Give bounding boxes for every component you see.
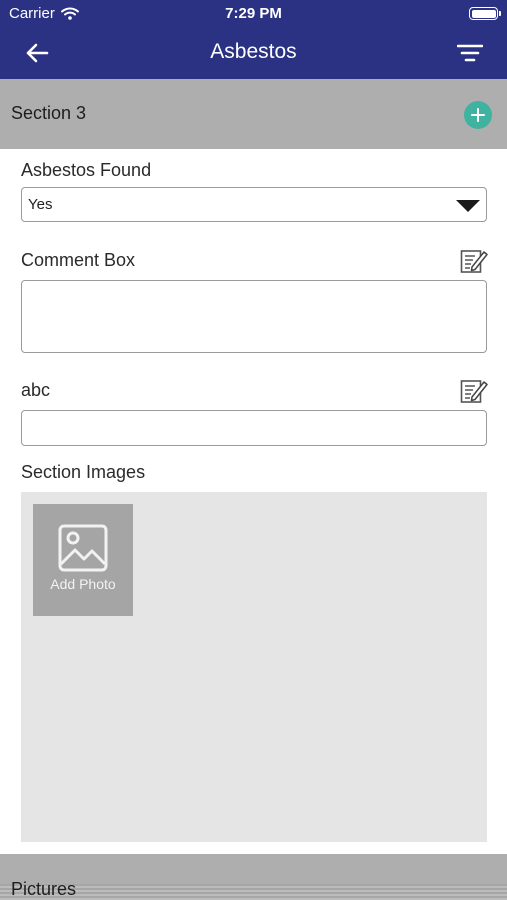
section-title: Section 3 <box>11 103 87 123</box>
filter-button[interactable] <box>455 38 485 68</box>
edit-note-icon[interactable] <box>460 248 488 274</box>
add-photo-label: Add Photo <box>50 576 116 592</box>
abc-input[interactable] <box>21 410 487 446</box>
comment-box-label: Comment Box <box>21 250 136 270</box>
section-header-pictures[interactable]: Pictures <box>0 854 507 900</box>
asbestos-found-select[interactable]: Yes <box>21 187 487 222</box>
asbestos-found-value: Yes <box>28 196 53 213</box>
battery-icon <box>469 7 501 20</box>
section-divider <box>0 884 507 900</box>
asbestos-found-label: Asbestos Found <box>21 160 152 180</box>
caret-down-icon <box>456 200 480 212</box>
edit-note-icon[interactable] <box>460 378 488 404</box>
comment-box-input[interactable] <box>21 280 487 353</box>
section-header[interactable]: Section 3 <box>0 79 507 149</box>
status-bar: Carrier 7:29 PM <box>0 0 507 28</box>
section-images-panel: Add Photo <box>21 492 487 842</box>
filter-icon <box>457 44 483 62</box>
section-title-pictures: Pictures <box>11 879 77 899</box>
add-photo-button[interactable]: Add Photo <box>33 504 133 616</box>
image-icon <box>58 524 108 572</box>
add-section-button[interactable] <box>464 101 492 129</box>
section-images-label: Section Images <box>21 462 146 482</box>
page-title: Asbestos <box>210 40 297 63</box>
plus-icon <box>471 108 485 122</box>
status-time: 7:29 PM <box>225 5 282 22</box>
abc-label: abc <box>21 380 51 400</box>
top-bar: Carrier 7:29 PM Asbestos <box>0 0 507 79</box>
